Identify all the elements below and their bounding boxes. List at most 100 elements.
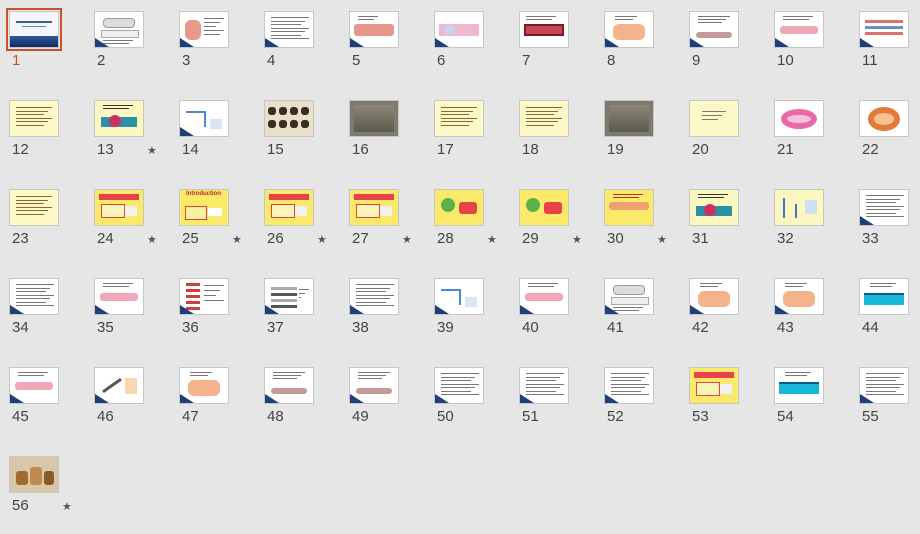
slide-thumbnail-13[interactable]: 13 ★ — [85, 89, 170, 178]
slide-thumbnail-37[interactable]: 37 — [255, 267, 340, 356]
slide-preview[interactable] — [349, 100, 399, 137]
slide-thumbnail-8[interactable]: 8 — [595, 0, 680, 89]
slide-preview[interactable] — [434, 367, 484, 404]
slide-thumbnail-6[interactable]: 6 — [425, 0, 510, 89]
slide-thumbnail-35[interactable]: 35 — [85, 267, 170, 356]
slide-thumbnail-5[interactable]: 5 — [340, 0, 425, 89]
slide-thumbnail-28[interactable]: 28 ★ — [425, 178, 510, 267]
slide-preview[interactable] — [94, 11, 144, 48]
slide-thumbnail-42[interactable]: 42 — [680, 267, 765, 356]
slide-thumbnail-21[interactable]: 21 — [765, 89, 850, 178]
slide-preview[interactable] — [264, 367, 314, 404]
slide-thumbnail-56[interactable]: 56 ★ — [0, 445, 85, 534]
slide-thumbnail-46[interactable]: 46 — [85, 356, 170, 445]
slide-preview[interactable] — [349, 367, 399, 404]
slide-preview[interactable] — [774, 278, 824, 315]
slide-preview[interactable] — [94, 278, 144, 315]
slide-thumbnail-15[interactable]: 15 — [255, 89, 340, 178]
slide-preview[interactable] — [264, 278, 314, 315]
slide-preview[interactable] — [434, 11, 484, 48]
slide-thumbnail-3[interactable]: 3 — [170, 0, 255, 89]
slide-preview[interactable] — [689, 189, 739, 226]
slide-thumbnail-14[interactable]: 14 — [170, 89, 255, 178]
slide-thumbnail-39[interactable]: 39 — [425, 267, 510, 356]
slide-preview[interactable] — [6, 8, 62, 51]
animation-star-icon[interactable]: ★ — [232, 233, 242, 246]
slide-preview[interactable] — [94, 189, 144, 226]
slide-preview[interactable] — [434, 189, 484, 226]
slide-preview[interactable]: Introduction — [179, 189, 229, 226]
slide-thumbnail-32[interactable]: 32 — [765, 178, 850, 267]
slide-preview[interactable] — [604, 100, 654, 137]
slide-thumbnail-12[interactable]: 12 — [0, 89, 85, 178]
slide-preview[interactable] — [349, 189, 399, 226]
slide-preview[interactable] — [859, 11, 909, 48]
slide-thumbnail-23[interactable]: 23 — [0, 178, 85, 267]
slide-preview[interactable] — [519, 11, 569, 48]
slide-thumbnail-55[interactable]: 55 — [850, 356, 920, 445]
slide-thumbnail-18[interactable]: 18 — [510, 89, 595, 178]
slide-thumbnail-40[interactable]: 40 — [510, 267, 595, 356]
slide-thumbnail-4[interactable]: 4 — [255, 0, 340, 89]
slide-thumbnail-24[interactable]: 24 ★ — [85, 178, 170, 267]
slide-thumbnail-54[interactable]: 54 — [765, 356, 850, 445]
animation-star-icon[interactable]: ★ — [572, 233, 582, 246]
slide-thumbnail-17[interactable]: 17 — [425, 89, 510, 178]
slide-preview[interactable] — [9, 367, 59, 404]
slide-thumbnail-47[interactable]: 47 — [170, 356, 255, 445]
slide-thumbnail-11[interactable]: 11 — [850, 0, 920, 89]
slide-preview[interactable] — [94, 100, 144, 137]
slide-thumbnail-2[interactable]: 2 — [85, 0, 170, 89]
slide-preview[interactable] — [519, 100, 569, 137]
slide-preview[interactable] — [774, 11, 824, 48]
slide-thumbnail-33[interactable]: 33 — [850, 178, 920, 267]
slide-preview[interactable] — [179, 11, 229, 48]
slide-preview[interactable] — [689, 11, 739, 48]
slide-preview[interactable] — [689, 367, 739, 404]
slide-thumbnail-48[interactable]: 48 — [255, 356, 340, 445]
slide-thumbnail-26[interactable]: 26 ★ — [255, 178, 340, 267]
slide-preview[interactable] — [9, 189, 59, 226]
animation-star-icon[interactable]: ★ — [317, 233, 327, 246]
slide-preview[interactable] — [264, 11, 314, 48]
slide-thumbnail-36[interactable]: 36 — [170, 267, 255, 356]
slide-preview[interactable] — [689, 278, 739, 315]
slide-thumbnail-43[interactable]: 43 — [765, 267, 850, 356]
slide-thumbnail-9[interactable]: 9 — [680, 0, 765, 89]
slide-preview[interactable] — [179, 100, 229, 137]
slide-preview[interactable] — [9, 456, 59, 493]
slide-preview[interactable] — [519, 189, 569, 226]
slide-thumbnail-51[interactable]: 51 — [510, 356, 595, 445]
slide-preview[interactable] — [9, 278, 59, 315]
slide-thumbnail-25[interactable]: Introduction 25 ★ — [170, 178, 255, 267]
slide-preview[interactable] — [604, 11, 654, 48]
slide-thumbnail-45[interactable]: 45 — [0, 356, 85, 445]
animation-star-icon[interactable]: ★ — [657, 233, 667, 246]
slide-preview[interactable] — [859, 278, 909, 315]
slide-preview[interactable] — [179, 367, 229, 404]
animation-star-icon[interactable]: ★ — [147, 144, 157, 157]
slide-preview[interactable] — [519, 367, 569, 404]
slide-thumbnail-10[interactable]: 10 — [765, 0, 850, 89]
slide-thumbnail-52[interactable]: 52 — [595, 356, 680, 445]
animation-star-icon[interactable]: ★ — [147, 233, 157, 246]
animation-star-icon[interactable]: ★ — [62, 500, 72, 513]
slide-preview[interactable] — [604, 189, 654, 226]
slide-preview[interactable] — [604, 278, 654, 315]
slide-thumbnail-34[interactable]: 34 — [0, 267, 85, 356]
slide-preview[interactable] — [859, 367, 909, 404]
slide-thumbnail-49[interactable]: 49 — [340, 356, 425, 445]
slide-preview[interactable] — [264, 189, 314, 226]
slide-preview[interactable] — [94, 367, 144, 404]
slide-preview[interactable] — [179, 278, 229, 315]
slide-preview[interactable] — [434, 278, 484, 315]
slide-preview[interactable] — [774, 189, 824, 226]
slide-preview[interactable] — [264, 100, 314, 137]
slide-preview[interactable] — [859, 100, 909, 137]
slide-thumbnail-19[interactable]: 19 — [595, 89, 680, 178]
slide-thumbnail-50[interactable]: 50 — [425, 356, 510, 445]
slide-preview[interactable] — [434, 100, 484, 137]
slide-thumbnail-41[interactable]: 41 — [595, 267, 680, 356]
slide-preview[interactable] — [604, 367, 654, 404]
slide-thumbnail-16[interactable]: 16 — [340, 89, 425, 178]
